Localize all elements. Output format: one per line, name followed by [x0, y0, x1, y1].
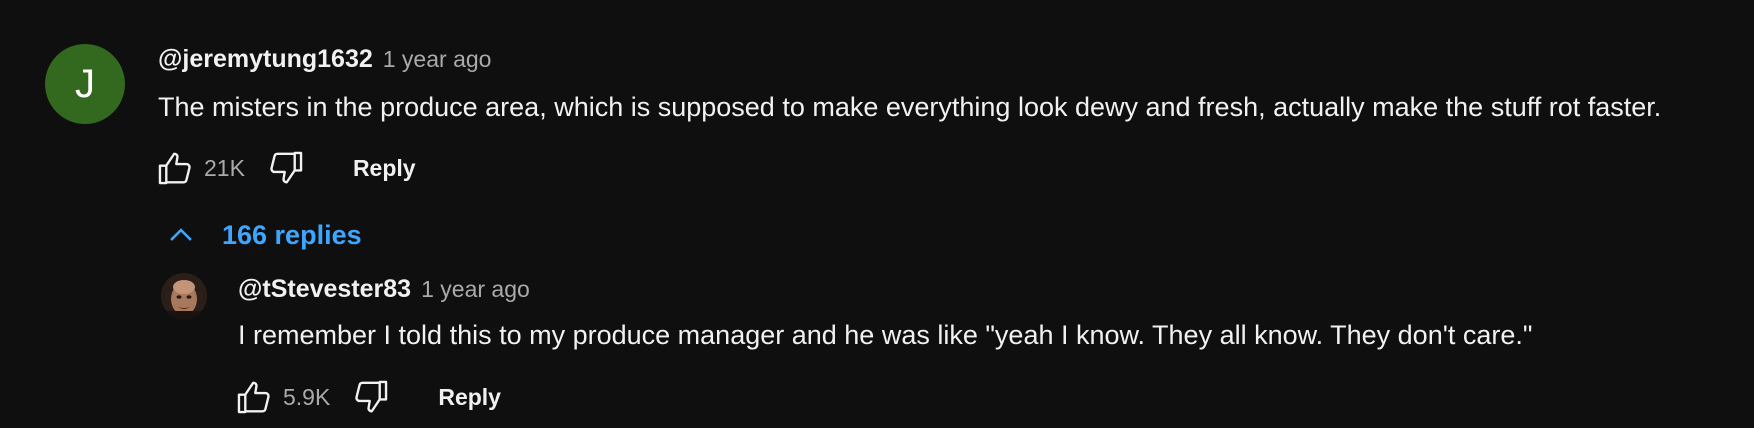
- reply-header: @tStevester83 1 year ago: [238, 275, 530, 304]
- reply-avatar[interactable]: [161, 273, 207, 319]
- reply-text: I remember I told this to my produce man…: [238, 320, 1533, 350]
- comment-time[interactable]: 1 year ago: [383, 46, 492, 73]
- profile-photo: [161, 273, 207, 319]
- comment-text: The misters in the produce area, which i…: [158, 92, 1662, 122]
- avatar-letter: J: [75, 61, 95, 106]
- replies-count: 166 replies: [222, 219, 362, 250]
- comment-author[interactable]: @jeremytung1632: [158, 45, 373, 74]
- reply-like-count: 5.9K: [283, 383, 331, 410]
- reply-dislike-button[interactable]: [350, 376, 392, 418]
- thumbs-up-icon: [158, 152, 191, 185]
- reply-like-button[interactable]: [233, 376, 275, 418]
- thumbs-up-icon: [237, 381, 270, 414]
- comments-section: J @jeremytung1632 1 year ago The misters…: [0, 0, 1754, 428]
- reply-reply-button[interactable]: Reply: [438, 384, 501, 411]
- comment-header: @jeremytung1632 1 year ago: [158, 45, 491, 74]
- replies-toggle[interactable]: 166 replies: [164, 218, 362, 252]
- chevron-up-icon: [170, 228, 192, 241]
- reply-author[interactable]: @tStevester83: [238, 275, 411, 304]
- like-count: 21K: [204, 154, 245, 181]
- like-button[interactable]: [154, 147, 196, 189]
- reply-time[interactable]: 1 year ago: [421, 276, 530, 303]
- dislike-button[interactable]: [265, 147, 307, 189]
- reply-button[interactable]: Reply: [353, 155, 416, 182]
- avatar[interactable]: J: [45, 44, 125, 124]
- thumbs-down-icon: [355, 380, 388, 413]
- thumbs-down-icon: [270, 151, 303, 184]
- reply-actions: 5.9K Reply: [233, 376, 501, 418]
- comment-actions: 21K Reply: [154, 147, 416, 189]
